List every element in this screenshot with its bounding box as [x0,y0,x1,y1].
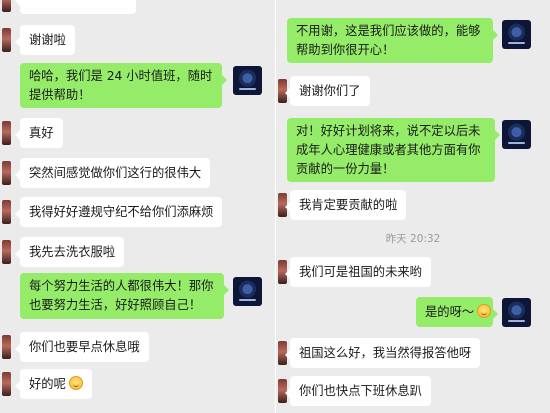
message-bubble[interactable]: 真好 [15,118,63,148]
message-text: 不用谢，这是我们应该做的，能够 [296,23,481,38]
message-text: 你们也要早点休息哦 [29,339,140,354]
message-text: 我肯定要贡献的啦 [299,197,398,212]
right-chat-panel: 不用谢，这是我们应该做的，能够 帮助到你很开心！ 谢谢你们了 对！好好计划将来，… [276,0,550,413]
message-bubble[interactable]: 每个努力生活的人都很伟大！那你 也要努力生活，好好照顾自己！ [20,273,229,319]
message-text: 祖国这么好，我当然得报答他呀 [299,345,472,360]
message-text: 谢谢你们了 [299,83,361,98]
message-text: 谢谢啦 [29,32,66,47]
sender-avatar[interactable] [2,161,11,185]
message-text: 是的呀～ [425,303,492,322]
message-text: 帮助到你很开心！ [296,42,395,57]
message-text: 我先去洗衣服啦 [29,244,116,259]
message-text: 好的呢 [29,375,83,394]
message-bubble[interactable]: 我们可是祖国的未来哟 [285,257,431,287]
message-text: 你们也快点下班休息趴 [299,383,422,398]
message-bubble[interactable]: 你们也要早点休息哦 [15,332,149,362]
message-bubble[interactable]: 不用谢，这是我们应该做的，能够 帮助到你很开心！ [287,18,498,63]
message-bubble[interactable]: 我先去洗衣服啦 [14,237,125,267]
message-bubble[interactable]: 我肯定要贡献的啦 [284,190,407,220]
message-bubble[interactable]: 谢谢你们了 [285,76,370,106]
message-bubble[interactable]: 是的呀～ [416,297,498,327]
message-text: 对！好好计划将来，说不定以后未 [296,123,481,138]
message-text: 每个努力生活的人都很伟大！那你 [29,279,214,293]
message-bubble[interactable]: 哈哈，我们是 24 小时值班，随时 提供帮助！ [20,63,227,108]
sender-avatar[interactable] [2,240,11,264]
message-text: 也要努力生活，好好照顾自己！ [29,298,202,312]
message-bubble[interactable]: 你们也快点下班休息趴 [285,376,431,406]
sender-avatar[interactable] [2,372,11,396]
message-bubble[interactable]: 谢谢啦 [15,25,75,55]
message-text: 贡献的一份力量！ [296,161,395,176]
agency-avatar[interactable] [502,120,531,149]
message-bubble[interactable]: 我得好好遵规守纪不给你们添麻烦 [14,197,223,227]
message-text-content: 是的呀～ [425,304,475,319]
agency-avatar[interactable] [502,20,531,49]
message-text-content: 好的呢 [29,376,66,391]
message-bubble[interactable]: 突然间感觉做你们这行的很伟大 [14,158,211,188]
sender-avatar[interactable] [2,121,11,145]
message-text: 哈哈，我们是 24 小时值班，随时 [29,68,213,83]
message-text: 突然间感觉做你们这行的很伟大 [29,165,202,180]
message-bubble[interactable]: 对！好好计划将来，说不定以后未 成年人心理健康或者其他方面有你 贡献的一份力量！ [287,118,500,182]
left-chat-panel: 谢谢啦 哈哈，我们是 24 小时值班，随时 提供帮助！ 真好 突然间感觉做你们这… [0,0,275,413]
agency-avatar[interactable] [233,277,262,306]
cut-off-message-bubble[interactable] [15,0,136,14]
agency-avatar[interactable] [233,66,262,95]
message-text: 提供帮助！ [29,87,91,102]
sender-avatar[interactable] [2,335,11,359]
message-bubble[interactable]: 好的呢 [15,369,92,399]
agency-avatar[interactable] [502,298,531,327]
message-text: 真好 [29,125,54,140]
message-timestamp: 昨天 20:32 [385,233,441,245]
sender-avatar[interactable] [2,28,11,52]
sender-avatar[interactable] [2,0,11,12]
grinning-emoji-icon [68,375,83,390]
message-text: 我们可是祖国的未来哟 [299,264,422,279]
message-bubble[interactable]: 祖国这么好，我当然得报答他呀 [284,338,481,368]
smiling-emoji-icon [477,303,492,318]
sender-avatar[interactable] [2,200,11,224]
message-text: 我得好好遵规守纪不给你们添麻烦 [29,204,214,219]
message-text: 成年人心理健康或者其他方面有你 [296,142,481,157]
